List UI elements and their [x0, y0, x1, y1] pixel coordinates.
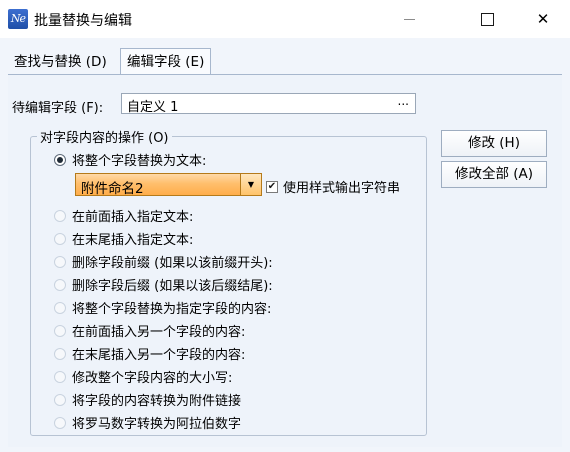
radio-icon [54, 416, 66, 429]
app-icon: Ne [8, 9, 28, 29]
option-insert-field-end[interactable]: 在末尾插入另一个字段的内容: [54, 344, 245, 363]
maximize-button[interactable] [464, 0, 510, 38]
modify-button[interactable]: 修改 (H) [441, 130, 547, 157]
combo-value: 附件命名2 [81, 181, 144, 197]
replace-text-combo[interactable]: 附件命名2 ▼ [75, 173, 262, 197]
option-insert-end[interactable]: 在末尾插入指定文本: [54, 229, 193, 248]
title-bar: Ne 批量替换与编辑 ✕ [0, 0, 570, 38]
radio-icon [54, 209, 66, 222]
radio-icon [54, 301, 66, 314]
field-value: 自定义 1 [127, 100, 179, 115]
radio-checked-icon [54, 153, 66, 166]
window-title: 批量替换与编辑 [34, 13, 132, 29]
option-attachment-link[interactable]: 将字段的内容转换为附件链接 [54, 390, 241, 409]
style-output-checkbox[interactable]: ✔ 使用样式输出字符串 [266, 177, 400, 196]
radio-icon [54, 393, 66, 406]
option-label: 将整个字段替换为指定字段的内容: [72, 302, 272, 317]
dropdown-arrow-icon[interactable]: ▼ [240, 174, 261, 195]
radio-icon [54, 278, 66, 291]
option-label: 在前面插入另一个字段的内容: [72, 325, 246, 340]
radio-icon [54, 324, 66, 337]
option-label: 修改整个字段内容的大小写: [72, 371, 233, 386]
option-label: 将罗马数字转换为阿拉伯数字 [72, 417, 242, 432]
option-insert-field-front[interactable]: 在前面插入另一个字段的内容: [54, 321, 245, 340]
option-label: 在前面插入指定文本: [72, 210, 194, 225]
maximize-icon [480, 12, 494, 26]
option-label: 将整个字段替换为文本: [72, 154, 207, 169]
option-remove-prefix[interactable]: 删除字段前缀 (如果以该前缀开头): [54, 252, 273, 271]
minimize-icon [403, 18, 415, 20]
tab-edit-field[interactable]: 编辑字段 (E) [120, 48, 212, 75]
dialog-body: 查找与替换 (D) 编辑字段 (E) 待编辑字段 (F): 自定义 1 ... … [0, 38, 570, 452]
option-label: 在末尾插入指定文本: [72, 233, 194, 248]
field-label: 待编辑字段 (F): [12, 101, 104, 116]
option-label: 删除字段后缀 (如果以该后缀结尾): [72, 279, 273, 294]
close-button[interactable]: ✕ [520, 0, 566, 38]
close-icon: ✕ [536, 10, 550, 28]
modify-all-button[interactable]: 修改全部 (A) [441, 161, 547, 188]
option-replace-field[interactable]: 将整个字段替换为指定字段的内容: [54, 298, 271, 317]
minimize-button[interactable] [386, 0, 432, 38]
option-roman-to-arabic[interactable]: 将罗马数字转换为阿拉伯数字 [54, 413, 241, 432]
operations-legend: 对字段内容的操作 (O) [40, 131, 169, 146]
browse-button[interactable]: ... [398, 94, 409, 108]
radio-icon [54, 347, 66, 360]
radio-icon [54, 255, 66, 268]
option-insert-front[interactable]: 在前面插入指定文本: [54, 206, 193, 225]
field-select[interactable]: 自定义 1 ... [121, 93, 416, 115]
tab-find-replace[interactable]: 查找与替换 (D) [8, 50, 113, 74]
checkbox-label: 使用样式输出字符串 [283, 181, 401, 196]
checkbox-checked-icon: ✔ [266, 180, 278, 193]
option-label: 在末尾插入另一个字段的内容: [72, 348, 246, 363]
option-change-case[interactable]: 修改整个字段内容的大小写: [54, 367, 232, 386]
radio-icon [54, 370, 66, 383]
radio-icon [54, 232, 66, 245]
option-remove-suffix[interactable]: 删除字段后缀 (如果以该后缀结尾): [54, 275, 273, 294]
option-label: 将字段的内容转换为附件链接 [72, 394, 242, 409]
option-label: 删除字段前缀 (如果以该前缀开头): [72, 256, 273, 271]
option-replace-text[interactable]: 将整个字段替换为文本: [54, 150, 206, 169]
